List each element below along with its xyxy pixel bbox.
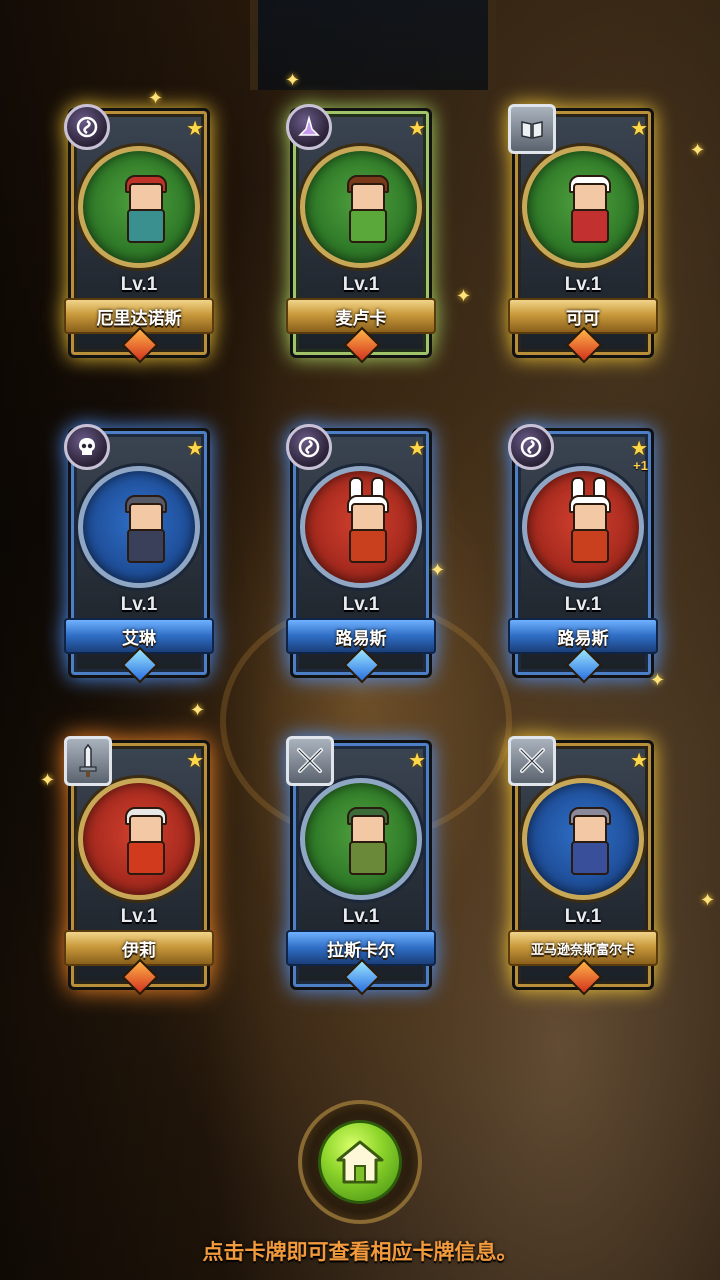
crossed-swords-icon xyxy=(508,736,556,786)
hero-outfit xyxy=(571,209,609,243)
card-level: Lv.1 xyxy=(120,274,158,295)
star-icon: ★ xyxy=(408,750,426,772)
hero-outfit xyxy=(571,841,609,875)
sparkle-icon: ✦ xyxy=(456,286,472,306)
sword-icon xyxy=(64,736,112,786)
hero-portrait xyxy=(78,466,200,588)
hero-sprite xyxy=(119,807,169,877)
star-icon: ★ xyxy=(186,118,204,140)
hero-portrait xyxy=(522,466,644,588)
card-level: Lv.1 xyxy=(564,906,602,927)
hero-portrait xyxy=(78,778,200,900)
hero-sprite xyxy=(341,477,391,565)
sparkle-icon: ✦ xyxy=(190,700,206,720)
card-name: 路易斯 xyxy=(335,628,387,648)
hero-portrait xyxy=(522,146,644,268)
hero-card[interactable]: ★ Lv.1 亚马逊奈斯富尔卡 xyxy=(508,736,658,996)
card-name: 亚马逊奈斯富尔卡 xyxy=(530,941,635,957)
hero-card[interactable]: ★ Lv.1 拉斯卡尔 xyxy=(286,736,436,996)
sparkle-icon: ✦ xyxy=(285,70,301,90)
star-icon: ★ xyxy=(186,750,204,772)
hint-text: 点击卡牌即可查看相应卡牌信息。 xyxy=(202,1241,518,1264)
hero-outfit xyxy=(349,529,387,563)
card-name: 可可 xyxy=(566,308,600,328)
star-icon: ★ xyxy=(408,438,426,460)
hero-outfit xyxy=(571,529,609,563)
hero-outfit xyxy=(127,841,165,875)
card-level: Lv.1 xyxy=(342,594,380,615)
sparkle-icon: ✦ xyxy=(40,770,56,790)
book-icon xyxy=(508,104,556,154)
home-button-face xyxy=(318,1120,402,1204)
sparkle-icon: ✦ xyxy=(650,670,666,690)
star-icon: ★ xyxy=(408,118,426,140)
home-button[interactable] xyxy=(298,1100,422,1224)
home-icon xyxy=(336,1140,384,1184)
card-level: Lv.1 xyxy=(564,274,602,295)
hero-portrait xyxy=(522,778,644,900)
hero-sprite xyxy=(563,807,613,877)
card-name: 拉斯卡尔 xyxy=(327,940,395,960)
card-level: Lv.1 xyxy=(120,906,158,927)
hero-portrait xyxy=(300,778,422,900)
magic-orb-icon xyxy=(286,424,332,470)
star-icon: ★ xyxy=(630,118,648,140)
skull-icon xyxy=(64,424,110,470)
hero-outfit xyxy=(349,841,387,875)
hero-sprite xyxy=(341,175,391,245)
card-name: 麦卢卡 xyxy=(335,308,387,328)
upgrade-count: +1 xyxy=(633,458,648,473)
hero-sprite xyxy=(563,175,613,245)
magic-orb-icon xyxy=(508,424,554,470)
card-name: 艾琳 xyxy=(122,628,156,648)
sparkle-icon: ✦ xyxy=(690,140,706,160)
hero-sprite xyxy=(119,175,169,245)
star-icon: ★ xyxy=(630,750,648,772)
hero-outfit xyxy=(349,209,387,243)
hero-portrait xyxy=(78,146,200,268)
hero-sprite xyxy=(119,495,169,565)
sparkle-icon: ✦ xyxy=(700,890,716,910)
hero-outfit xyxy=(127,209,165,243)
magic-orb-icon xyxy=(64,104,110,150)
card-level: Lv.1 xyxy=(342,274,380,295)
card-name: 伊莉 xyxy=(122,940,156,960)
hero-card[interactable]: ★ +1 Lv.1 路易斯 xyxy=(508,424,658,684)
sparkle-icon: ✦ xyxy=(148,88,164,108)
witch-hat-icon xyxy=(286,104,332,150)
hero-portrait xyxy=(300,466,422,588)
hero-sprite xyxy=(341,807,391,877)
hero-card[interactable]: ★ Lv.1 路易斯 xyxy=(286,424,436,684)
hero-card[interactable]: ★ Lv.1 厄里达诺斯 xyxy=(64,104,214,364)
card-level: Lv.1 xyxy=(342,906,380,927)
hero-card[interactable]: ★ Lv.1 可可 xyxy=(508,104,658,364)
hero-sprite xyxy=(563,477,613,565)
card-name: 路易斯 xyxy=(557,628,609,648)
hero-card[interactable]: ★ Lv.1 麦卢卡 xyxy=(286,104,436,364)
hero-portrait xyxy=(300,146,422,268)
star-icon: ★ xyxy=(186,438,204,460)
hero-card[interactable]: ★ Lv.1 艾琳 xyxy=(64,424,214,684)
card-level: Lv.1 xyxy=(564,594,602,615)
crossed-swords-icon xyxy=(286,736,334,786)
hero-outfit xyxy=(127,529,165,563)
card-level: Lv.1 xyxy=(120,594,158,615)
sparkle-icon: ✦ xyxy=(430,560,446,580)
hero-card[interactable]: ★ Lv.1 伊莉 xyxy=(64,736,214,996)
card-name: 厄里达诺斯 xyxy=(96,308,182,328)
